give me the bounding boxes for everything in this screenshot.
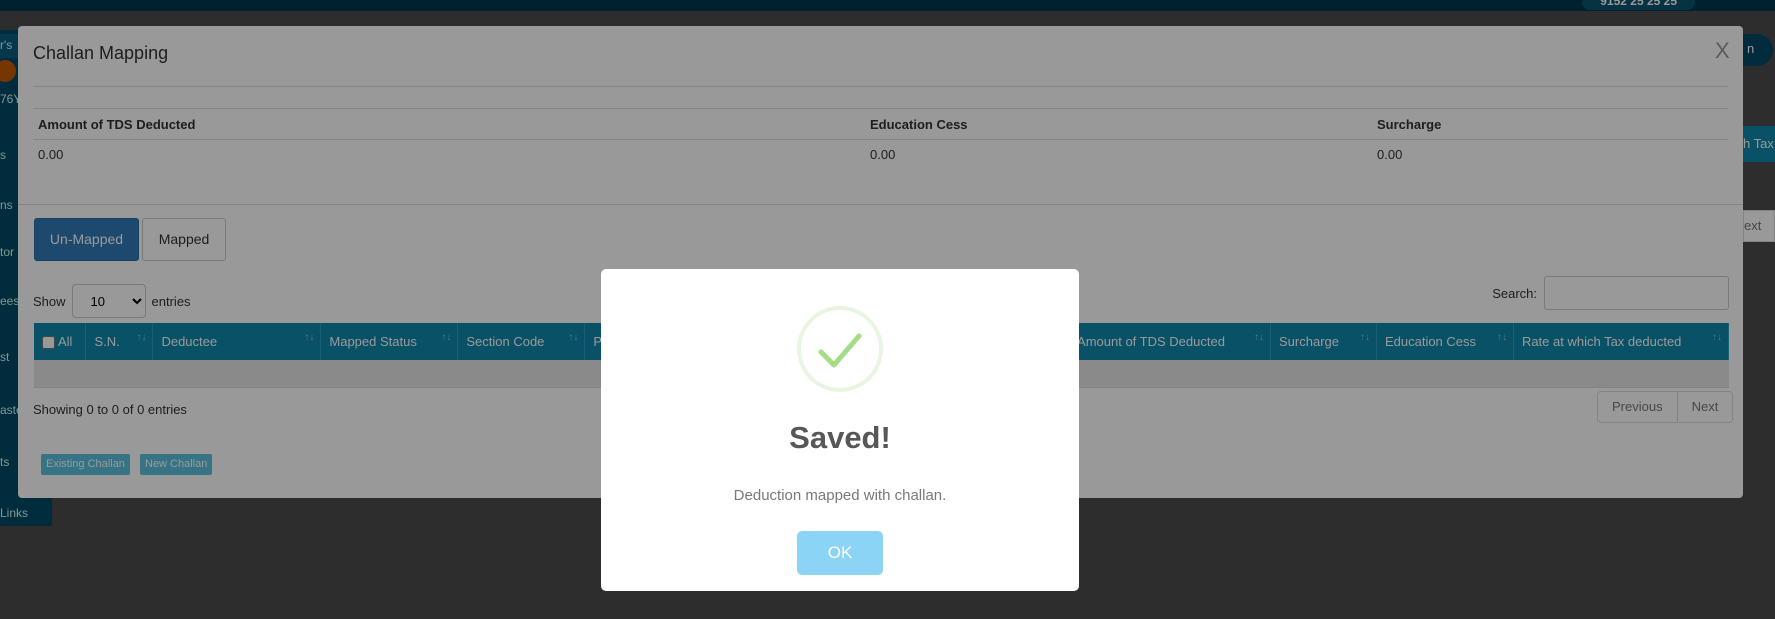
- check-mark-icon: [818, 333, 862, 368]
- alert-title: Saved!: [789, 420, 891, 455]
- success-alert-dialog: Saved! Deduction mapped with challan. OK: [601, 269, 1079, 591]
- alert-message: Deduction mapped with challan.: [733, 487, 947, 504]
- ok-button[interactable]: OK: [797, 531, 883, 575]
- success-check-icon: [797, 306, 883, 392]
